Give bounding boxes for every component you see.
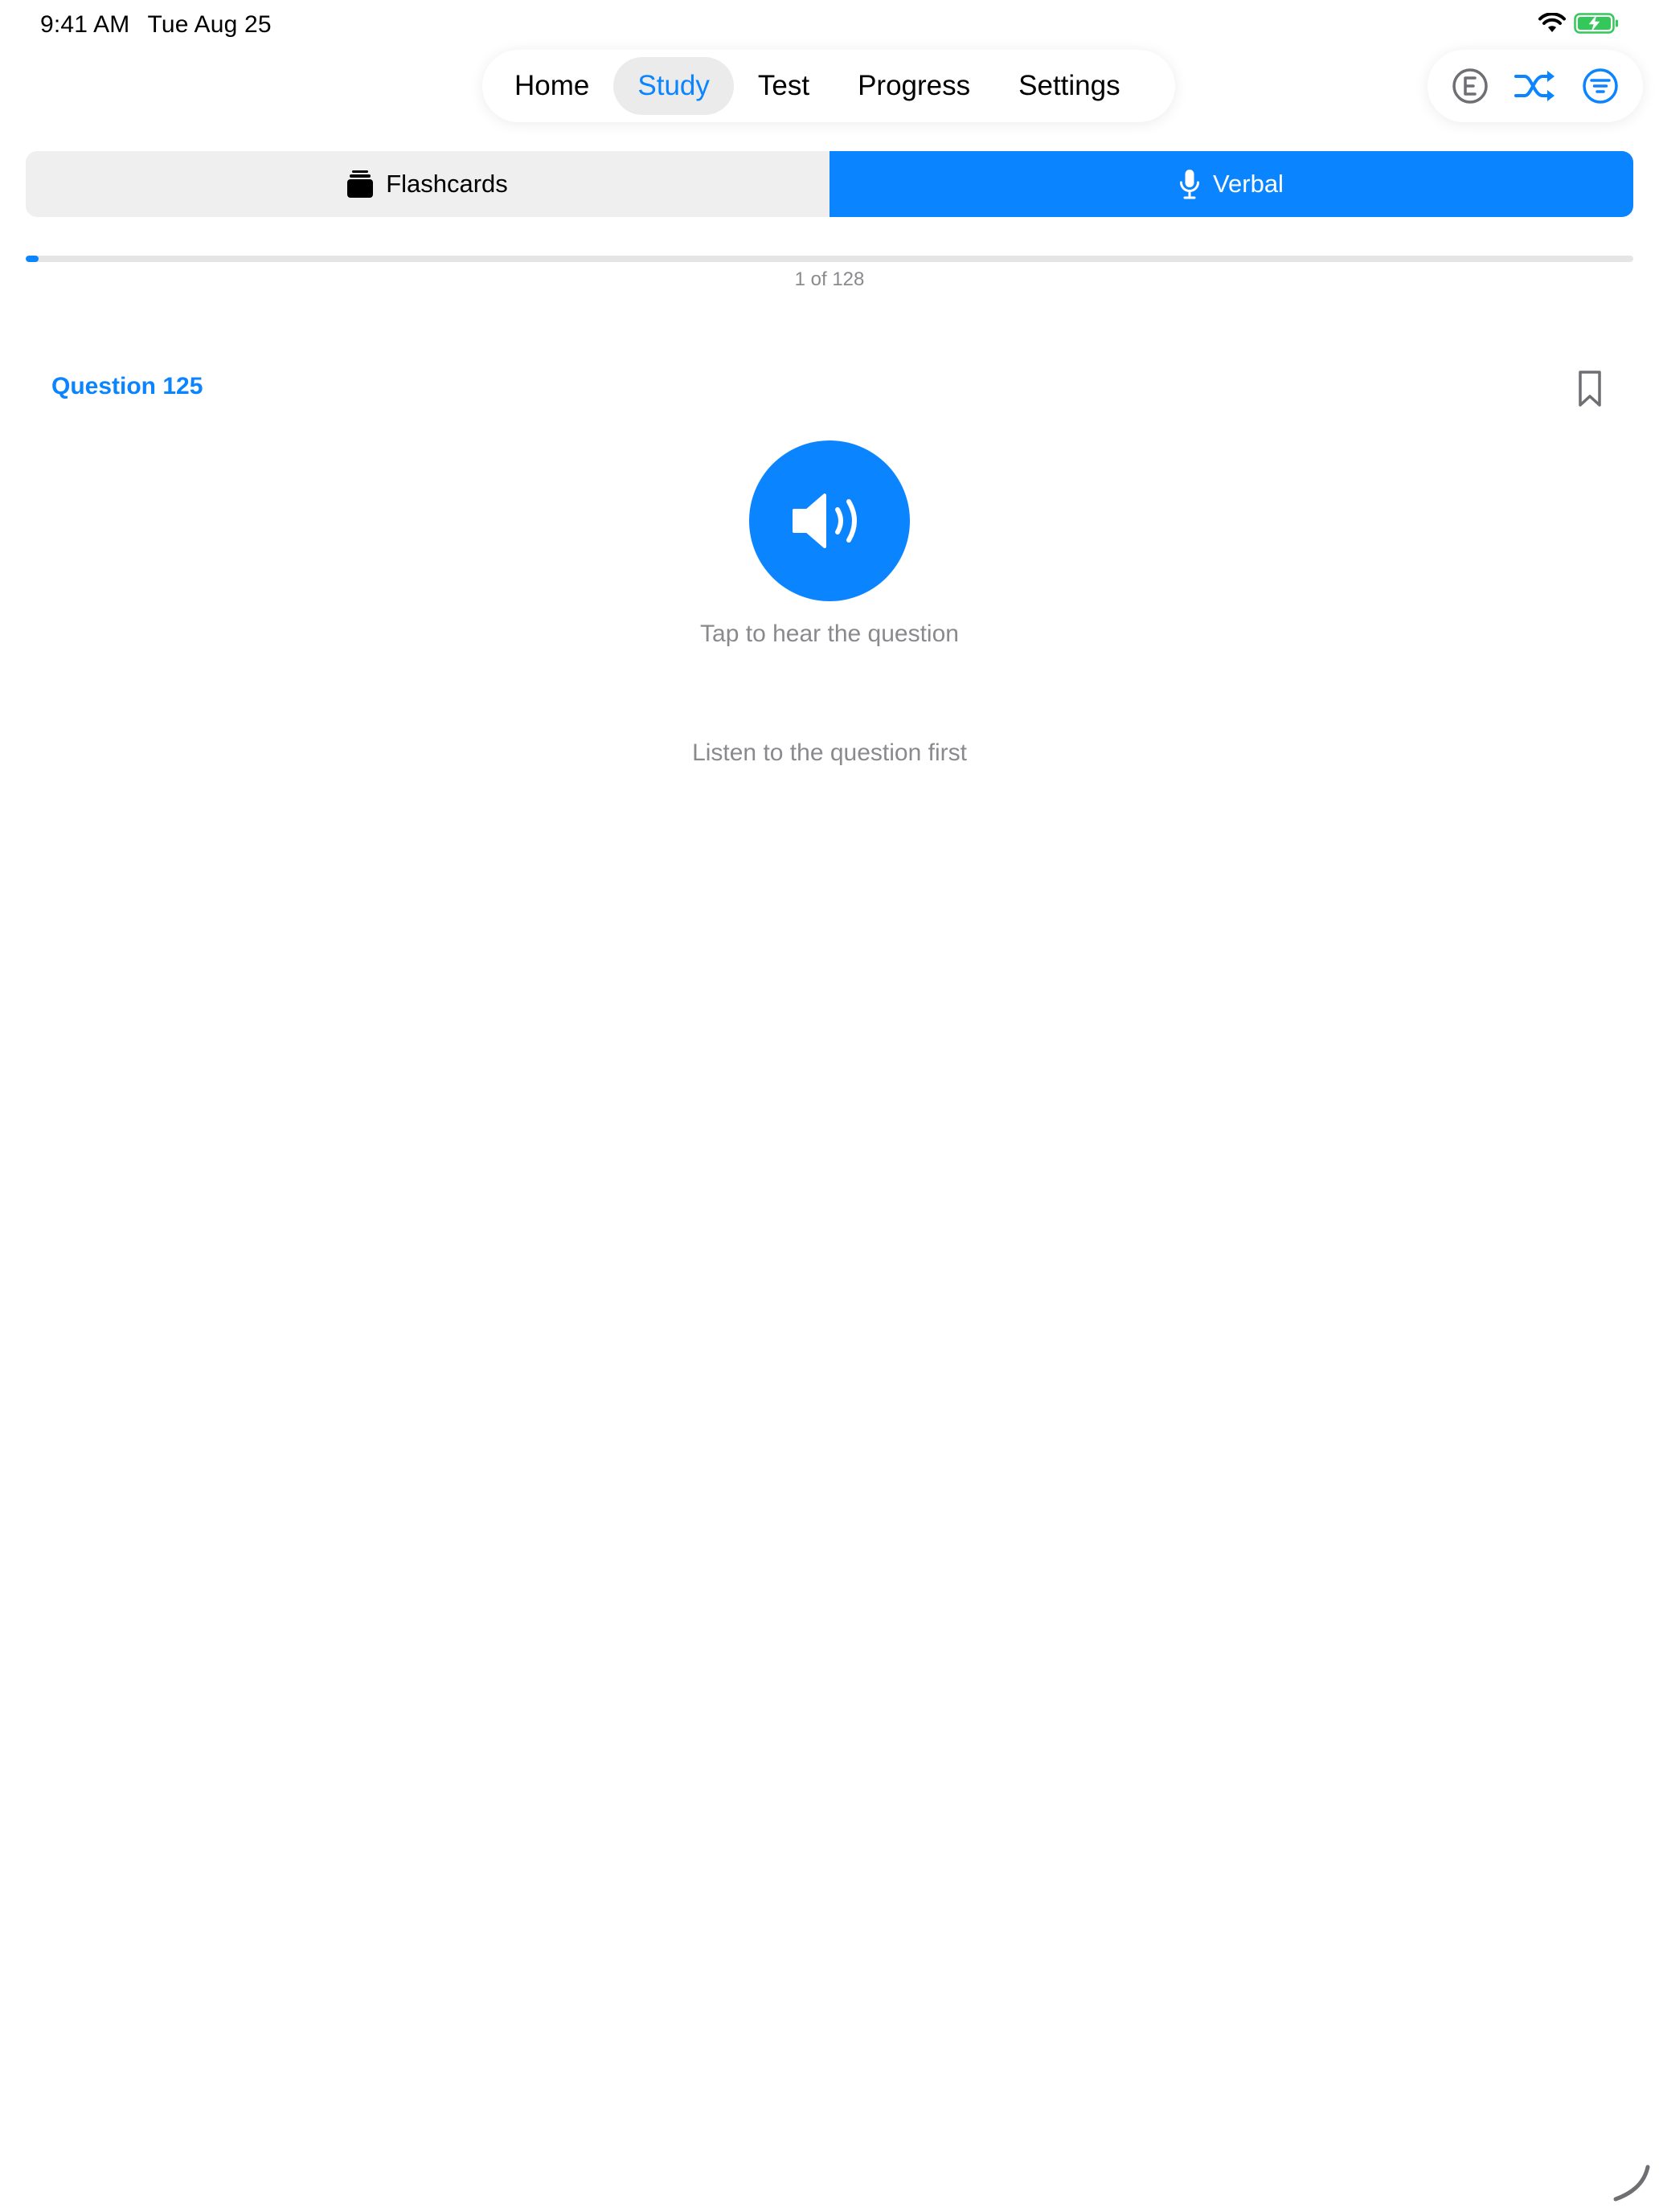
nav-tab-settings[interactable]: Settings: [994, 57, 1144, 115]
status-date: Tue Aug 25: [147, 11, 272, 38]
status-bar-indicators: [1538, 12, 1619, 38]
status-time: 9:41 AM: [40, 11, 130, 38]
nav-tab-test[interactable]: Test: [734, 57, 834, 115]
card-stack-icon: [347, 170, 374, 198]
shuffle-button[interactable]: [1506, 57, 1564, 115]
nav-tab-study[interactable]: Study: [613, 57, 734, 115]
microphone-icon: [1180, 170, 1200, 199]
toolbar-icon-group: [1428, 50, 1643, 122]
segment-flashcards-label: Flashcards: [386, 170, 508, 198]
resize-handle-icon[interactable]: [1611, 2162, 1653, 2204]
segment-verbal-label: Verbal: [1213, 170, 1284, 198]
nav-tab-home[interactable]: Home: [490, 57, 613, 115]
play-question-audio-button[interactable]: [749, 440, 910, 601]
progress-bar: [26, 256, 1633, 262]
edition-button[interactable]: [1441, 57, 1499, 115]
battery-charging-icon: [1574, 13, 1619, 38]
top-navigation-bar: Home Study Test Progress Settings: [482, 50, 1175, 122]
progress-bar-fill: [26, 256, 39, 262]
filter-icon: [1583, 68, 1619, 104]
nav-tab-progress[interactable]: Progress: [834, 57, 994, 115]
question-title: Question 125: [51, 373, 203, 399]
speaker-wave-icon: [793, 494, 857, 548]
progress-label: 1 of 128: [794, 268, 865, 290]
status-bar-time-date: 9:41 AM Tue Aug 25: [40, 11, 289, 39]
study-mode-selector: Flashcards Verbal: [26, 151, 1633, 217]
e-circle-icon: [1452, 68, 1488, 104]
tap-to-hear-hint: Tap to hear the question: [700, 621, 959, 647]
filter-button[interactable]: [1571, 57, 1629, 115]
bookmark-button[interactable]: [1575, 370, 1604, 408]
segment-verbal[interactable]: Verbal: [830, 151, 1633, 217]
wifi-icon: [1538, 12, 1566, 38]
shuffle-icon: [1514, 71, 1555, 101]
listen-first-hint: Listen to the question first: [692, 739, 967, 766]
segment-flashcards[interactable]: Flashcards: [26, 151, 830, 217]
bookmark-icon: [1579, 371, 1601, 407]
